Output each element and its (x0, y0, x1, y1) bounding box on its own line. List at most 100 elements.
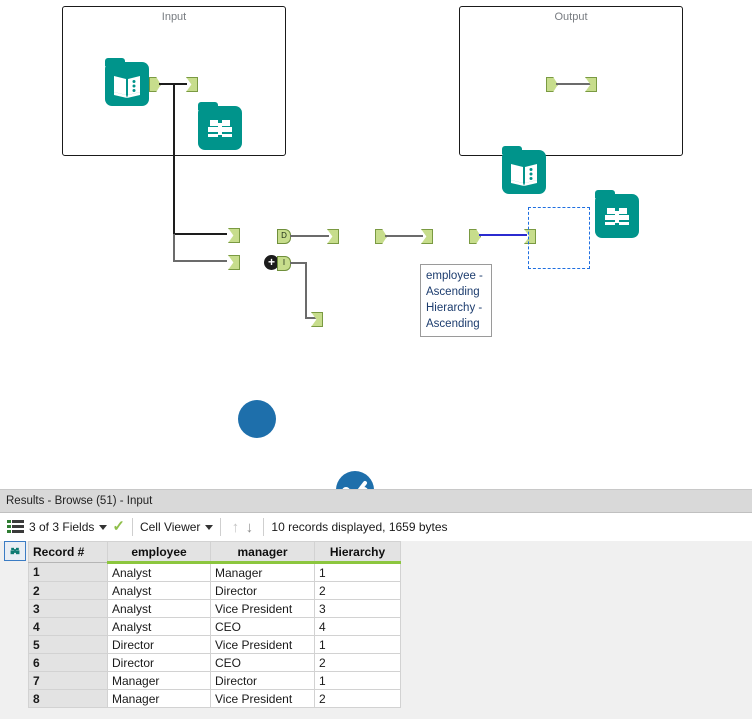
table-cell[interactable]: 1 (314, 635, 401, 654)
book-icon (114, 76, 140, 98)
workflow-canvas[interactable]: Input Output + D I employee - Ascending … (0, 0, 752, 489)
browse-tool-output[interactable] (595, 190, 639, 238)
book-icon (511, 164, 537, 186)
input-container-title: Input (161, 11, 187, 23)
wire-select-to-sort (385, 235, 423, 237)
table-cell[interactable]: 2 (314, 653, 401, 672)
binoculars-icon (208, 120, 232, 137)
sort-output-anchor[interactable] (469, 229, 481, 244)
results-titlebar[interactable]: Results - Browse (51) - Input (0, 490, 752, 513)
table-cell[interactable]: Director (210, 671, 315, 690)
binoculars-icon (10, 547, 20, 555)
column-header-record[interactable]: Record # (28, 541, 108, 563)
arrow-down-icon[interactable]: ↓ (242, 520, 256, 535)
table-cell[interactable]: 3 (314, 599, 401, 618)
toolbar-divider-1 (131, 518, 133, 536)
wire-sort-to-browse-selected (479, 234, 527, 236)
join-right-input-anchor[interactable] (228, 255, 240, 270)
output-container-title: Output (554, 11, 588, 23)
column-header-manager[interactable]: manager (210, 541, 315, 564)
toolbar-divider-3 (263, 518, 265, 536)
input-data-tool-1[interactable] (105, 58, 149, 106)
table-row[interactable]: 6 Director CEO 2 (28, 653, 401, 672)
table-row[interactable]: 4 Analyst CEO 4 (28, 617, 401, 636)
table-cell[interactable]: Vice President (210, 635, 315, 654)
table-cell[interactable]: Director (210, 581, 315, 600)
table-cell[interactable]: Vice President (210, 689, 315, 708)
table-cell[interactable]: 2 (314, 581, 401, 600)
table-row[interactable]: 3 Analyst Vice President 3 (28, 599, 401, 618)
cell-record-number[interactable]: 2 (28, 581, 108, 600)
table-cell[interactable]: Manager (210, 562, 315, 582)
wire-join-d-to-select (290, 235, 329, 237)
wire-join-trunk-lower (173, 234, 175, 262)
table-cell[interactable]: Manager (107, 689, 211, 708)
chevron-down-icon[interactable] (205, 524, 214, 530)
table-cell[interactable]: CEO (210, 617, 315, 636)
column-header-hierarchy[interactable]: Hierarchy (314, 541, 401, 564)
cell-record-number[interactable]: 1 (28, 562, 108, 582)
table-row[interactable]: 2 Analyst Director 2 (28, 581, 401, 600)
browse-selection-box[interactable] (528, 207, 590, 269)
table-cell[interactable]: Analyst (107, 617, 211, 636)
table-cell[interactable]: Director (107, 635, 211, 654)
fields-label: 3 of 3 Fields (29, 520, 95, 534)
wire-join-i-vertical (305, 262, 307, 318)
cell-record-number[interactable]: 3 (28, 599, 108, 618)
view-mode-label: Cell Viewer (139, 520, 201, 534)
cell-record-number[interactable]: 5 (28, 635, 108, 654)
cell-record-number[interactable]: 6 (28, 653, 108, 672)
results-toolbar: 3 of 3 Fields ✓ Cell Viewer ↑ ↓ 10 recor… (0, 513, 752, 542)
table-cell[interactable]: Analyst (107, 562, 211, 582)
binoculars-icon (605, 208, 629, 225)
table-row[interactable]: 7 Manager Director 1 (28, 671, 401, 690)
record-status: 10 records displayed, 1659 bytes (271, 520, 448, 534)
table-cell[interactable]: 1 (314, 562, 401, 582)
join-tool[interactable] (238, 400, 276, 438)
sort-annotation: employee - Ascending Hierarchy - Ascendi… (420, 264, 492, 337)
input-data-tool-2[interactable] (502, 146, 546, 194)
table-cell[interactable]: Director (107, 653, 211, 672)
chevron-down-icon[interactable] (99, 524, 108, 530)
table-row[interactable]: 8 Manager Vice President 2 (28, 689, 401, 708)
join-output-d-anchor[interactable]: D (277, 229, 291, 244)
table-row[interactable]: 1 Analyst Manager 1 (28, 562, 401, 582)
output-container[interactable]: Output (459, 6, 683, 156)
table-cell[interactable]: 1 (314, 671, 401, 690)
fields-selector[interactable]: 3 of 3 Fields ✓ (29, 519, 125, 534)
check-icon[interactable]: ✓ (112, 519, 125, 534)
browse-tool-input[interactable] (198, 102, 242, 150)
arrow-up-icon[interactable]: ↑ (228, 520, 242, 535)
results-pane: Results - Browse (51) - Input 3 of 3 Fie… (0, 489, 752, 719)
table-cell[interactable]: Manager (107, 671, 211, 690)
table-cell[interactable]: CEO (210, 653, 315, 672)
alteryx-window: Input Output + D I employee - Ascending … (0, 0, 752, 719)
wire-input-trunk-vertical (173, 83, 175, 234)
column-header-employee[interactable]: employee (107, 541, 211, 564)
toolbar-divider-2 (220, 518, 222, 536)
results-grid-area[interactable]: Record # employee manager Hierarchy 1 Ana… (0, 541, 752, 719)
results-table[interactable]: Record # employee manager Hierarchy 1 Ana… (28, 541, 401, 708)
view-mode-selector[interactable]: Cell Viewer (139, 520, 214, 534)
wire-join-left-top (173, 233, 227, 235)
grid-corner-browse-icon[interactable] (4, 541, 26, 561)
wire-join-i-horizontal-top (290, 262, 307, 264)
browse-lower-input-anchor[interactable] (311, 312, 323, 327)
table-cell[interactable]: Vice President (210, 599, 315, 618)
cell-record-number[interactable]: 7 (28, 671, 108, 690)
table-cell[interactable]: 2 (314, 689, 401, 708)
table-cell[interactable]: 4 (314, 617, 401, 636)
table-cell[interactable]: Analyst (107, 599, 211, 618)
field-list-icon (7, 519, 24, 535)
cell-record-number[interactable]: 4 (28, 617, 108, 636)
join-left-input-anchor[interactable] (228, 228, 240, 243)
table-header-row: Record # employee manager Hierarchy (28, 541, 401, 564)
results-title: Results - Browse (51) - Input (6, 495, 153, 507)
wire-join-left-bottom (173, 260, 227, 262)
select-tool[interactable] (336, 471, 374, 489)
cell-record-number[interactable]: 8 (28, 689, 108, 708)
table-cell[interactable]: Analyst (107, 581, 211, 600)
select-check-icon (342, 481, 368, 489)
join-output-i-anchor[interactable]: I (277, 256, 291, 271)
table-row[interactable]: 5 Director Vice President 1 (28, 635, 401, 654)
